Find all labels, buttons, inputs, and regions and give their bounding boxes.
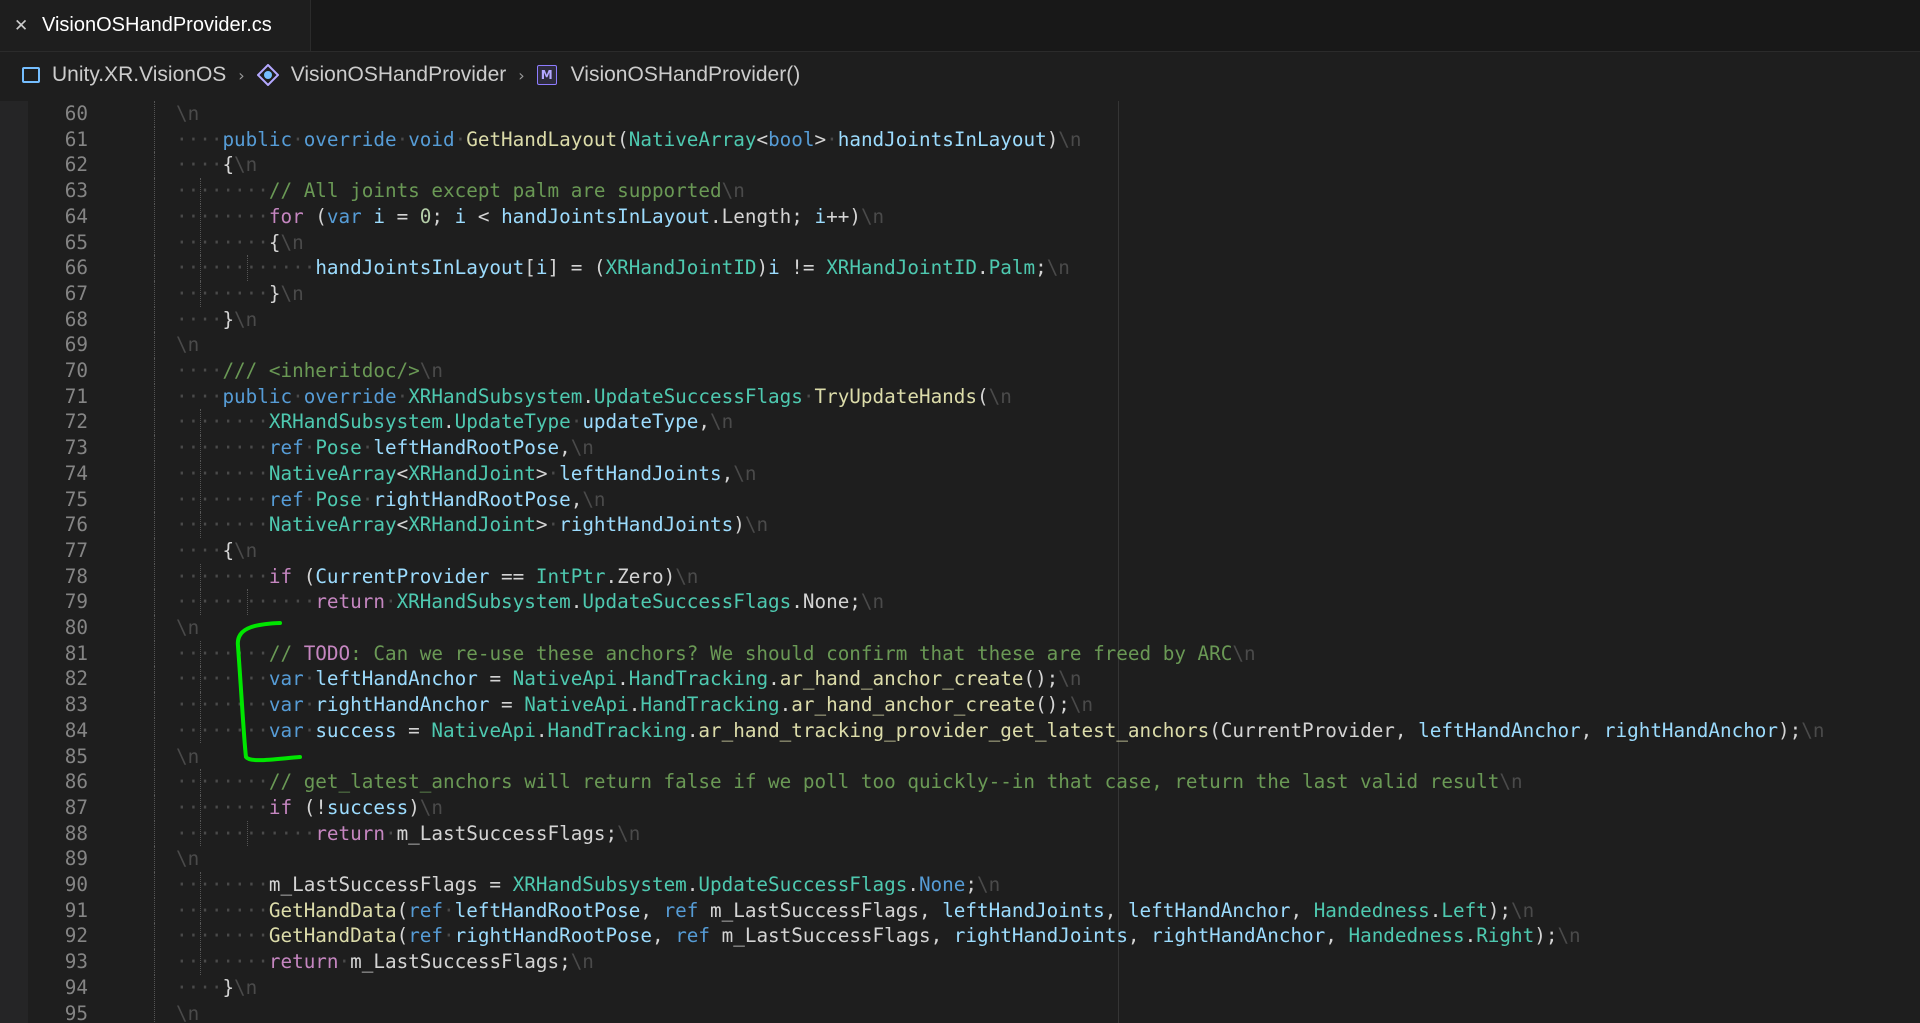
chevron-right-icon: › <box>238 65 245 85</box>
namespace-icon <box>22 67 40 83</box>
breadcrumb-method-label: VisionOSHandProvider() <box>570 63 801 86</box>
tab-bar: ✕ VisionOSHandProvider.cs <box>0 0 1920 52</box>
code-editor[interactable]: 60 \n 61 ····public·override·void·GetHandLa… <box>0 101 1920 1023</box>
class-icon <box>256 64 279 86</box>
tab-title: VisionOSHandProvider.cs <box>42 14 272 36</box>
method-icon: M <box>536 65 557 85</box>
breadcrumb-class[interactable]: VisionOSHandProvider <box>256 63 507 87</box>
chevron-right-icon: › <box>518 65 525 85</box>
close-icon[interactable]: ✕ <box>14 16 34 36</box>
tab-visionoshandprovider[interactable]: ✕ VisionOSHandProvider.cs <box>0 0 311 51</box>
annotation-bracket <box>235 621 302 763</box>
breadcrumb-class-label: VisionOSHandProvider <box>290 63 507 86</box>
breadcrumb: Unity.XR.VisionOS › VisionOSHandProvider… <box>0 52 1920 98</box>
breadcrumb-namespace[interactable]: Unity.XR.VisionOS <box>0 63 226 87</box>
breadcrumb-method[interactable]: M VisionOSHandProvider() <box>536 63 801 87</box>
breadcrumb-namespace-label: Unity.XR.VisionOS <box>52 63 227 86</box>
